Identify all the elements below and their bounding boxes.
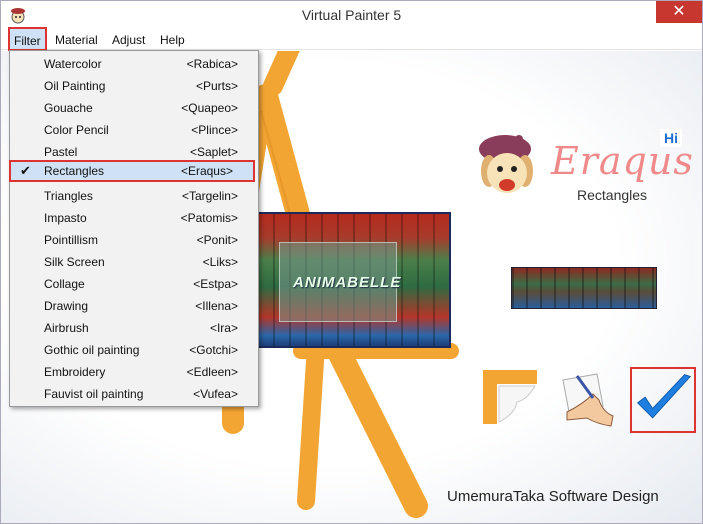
menu-item-label: Pointillism (44, 233, 99, 247)
close-button[interactable]: ✕ (656, 1, 702, 23)
menu-material[interactable]: Material (51, 31, 102, 49)
menu-item-shortcut: <Patomis> (180, 211, 238, 225)
menu-item-shortcut: <Gotchi> (189, 343, 238, 357)
menu-item-label: Drawing (44, 299, 89, 313)
menu-item-label: Rectangles (44, 164, 105, 178)
menu-item-triangles[interactable]: Triangles <Targelin> (10, 185, 258, 207)
window-title: Virtual Painter 5 (301, 7, 402, 23)
menu-item-collage[interactable]: Collage <Estpa> (10, 273, 258, 295)
menu-help[interactable]: Help (156, 31, 189, 49)
thumbnail-preview (511, 267, 657, 309)
menu-item-shortcut: <Liks> (202, 255, 238, 269)
menu-item-label: Fauvist oil painting (44, 387, 144, 401)
hand-pen-icon[interactable] (553, 366, 615, 428)
menu-item-shortcut: <Ponit> (196, 233, 238, 247)
filter-dropdown-menu: Watercolor <Rabica> Oil Painting <Purts>… (9, 50, 259, 407)
menu-item-shortcut: <Plince> (191, 123, 238, 137)
menu-item-gouache[interactable]: Gouache <Quapeo> (10, 97, 258, 119)
menu-item-label: Gouache (44, 101, 93, 115)
frame-reset-icon[interactable] (479, 366, 541, 428)
menu-item-label: Collage (44, 277, 85, 291)
menu-item-oil-painting[interactable]: Oil Painting <Purts> (10, 75, 258, 97)
menu-item-shortcut: <Saplet> (189, 145, 238, 159)
menu-adjust[interactable]: Adjust (108, 31, 149, 49)
menu-item-airbrush[interactable]: Airbrush <Ira> (10, 317, 258, 339)
menu-item-rectangles[interactable]: ✔ Rectangles <Eraqus> (9, 160, 255, 182)
menu-item-shortcut: <Purts> (195, 79, 238, 93)
menu-item-silk-screen[interactable]: Silk Screen <Liks> (10, 251, 258, 273)
menu-item-label: Watercolor (44, 57, 102, 71)
menu-item-watercolor[interactable]: Watercolor <Rabica> (10, 53, 258, 75)
menu-item-label: Color Pencil (44, 123, 109, 137)
menu-item-label: Oil Painting (44, 79, 106, 93)
menu-item-shortcut: <Edleen> (186, 365, 238, 379)
menu-item-drawing[interactable]: Drawing <Illena> (10, 295, 258, 317)
preview-image: ANIMABELLE (255, 212, 451, 348)
menu-item-shortcut: <Estpa> (193, 277, 238, 291)
menu-item-shortcut: <Vufea> (193, 387, 238, 401)
menu-item-gothic-oil-painting[interactable]: Gothic oil painting <Gotchi> (10, 339, 258, 361)
menu-item-color-pencil[interactable]: Color Pencil <Plince> (10, 119, 258, 141)
menu-item-shortcut: <Targelin> (181, 189, 238, 203)
title-bar[interactable]: Virtual Painter 5 ✕ (1, 1, 702, 30)
mascot-icon (479, 135, 533, 193)
menu-item-shortcut: <Rabica> (186, 57, 238, 71)
menu-item-embroidery[interactable]: Embroidery <Edleen> (10, 361, 258, 383)
menu-item-label: Impasto (44, 211, 87, 225)
menu-item-impasto[interactable]: Impasto <Patomis> (10, 207, 258, 229)
menu-item-shortcut: <Eraqus> (180, 164, 233, 178)
menu-item-fauvist-oil-painting[interactable]: Fauvist oil painting <Vufea> (10, 383, 258, 405)
menu-item-label: Gothic oil painting (44, 343, 140, 357)
menu-bar: Filter Material Adjust Help (1, 27, 702, 51)
menu-item-label: Silk Screen (44, 255, 105, 269)
app-window: Virtual Painter 5 ✕ Filter Material Adju… (0, 0, 703, 524)
checkmark-icon: ✔ (20, 163, 31, 178)
preview-watermark: ANIMABELLE (293, 274, 402, 291)
menu-item-pointillism[interactable]: Pointillism <Ponit> (10, 229, 258, 251)
menu-item-shortcut: <Quapeo> (181, 101, 238, 115)
menu-item-shortcut: <Ira> (209, 321, 238, 335)
checkmark-icon (636, 374, 692, 419)
menu-item-label: Pastel (44, 145, 78, 159)
menu-item-label: Embroidery (44, 365, 106, 379)
current-filter-label: Rectangles (577, 187, 648, 203)
ok-button[interactable] (630, 367, 696, 433)
menu-item-label: Airbrush (44, 321, 89, 335)
footer-credit: UmemuraTaka Software Design (447, 488, 659, 505)
menu-filter[interactable]: Filter (8, 27, 47, 51)
menu-item-shortcut: <Illena> (195, 299, 238, 313)
menu-item-label: Triangles (44, 189, 93, 203)
hi-badge: Hi (660, 129, 682, 147)
